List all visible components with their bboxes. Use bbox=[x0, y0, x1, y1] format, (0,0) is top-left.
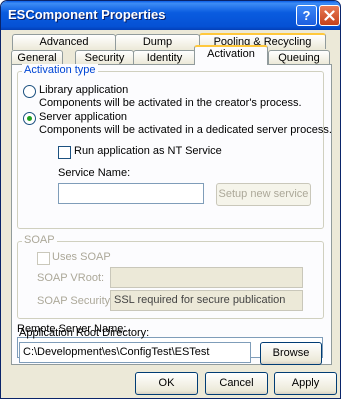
tab-label: Dump bbox=[142, 36, 173, 48]
tab-label: Advanced bbox=[39, 36, 89, 48]
tab-dump[interactable]: Dump bbox=[115, 34, 200, 50]
tab-label: Security bbox=[84, 52, 125, 64]
nt-service-checkbox[interactable] bbox=[58, 146, 71, 159]
library-application-label[interactable]: Library application bbox=[39, 84, 128, 96]
browse-button[interactable]: Browse bbox=[260, 342, 322, 365]
activation-panel: Activation type Library application Comp… bbox=[11, 64, 332, 365]
activation-type-title: Activation type bbox=[22, 64, 98, 76]
title-bar[interactable]: ESComponent Properties ? bbox=[1, 1, 340, 30]
close-button[interactable] bbox=[319, 5, 340, 26]
server-application-description: Components will be activated in a dedica… bbox=[39, 124, 332, 136]
service-name-label: Service Name: bbox=[58, 167, 131, 179]
server-application-label[interactable]: Server application bbox=[39, 111, 127, 123]
properties-dialog: ESComponent Properties ? Advanced Dump P… bbox=[0, 0, 341, 399]
tab-queuing[interactable]: Queuing bbox=[268, 50, 330, 64]
soap-security-input[interactable]: SSL required for secure publication bbox=[110, 290, 303, 311]
library-application-radio[interactable] bbox=[23, 85, 36, 98]
tab-activation[interactable]: Activation bbox=[194, 45, 268, 65]
server-application-radio[interactable] bbox=[23, 112, 36, 125]
uses-soap-label[interactable]: Uses SOAP bbox=[52, 251, 111, 263]
tab-advanced[interactable]: Advanced bbox=[12, 34, 116, 50]
application-root-input[interactable]: C:\Development\es\ConfigTest\ESTest bbox=[19, 342, 251, 363]
tab-label: Activation bbox=[207, 48, 255, 60]
apply-button[interactable]: Apply bbox=[274, 372, 337, 395]
tab-label: Queuing bbox=[278, 52, 320, 64]
ok-button[interactable]: OK bbox=[135, 372, 198, 395]
soap-security-label: SOAP Security: bbox=[37, 295, 114, 307]
soap-vroot-input[interactable] bbox=[110, 267, 303, 288]
nt-service-label[interactable]: Run application as NT Service bbox=[74, 145, 222, 157]
cancel-button[interactable]: Cancel bbox=[205, 372, 268, 395]
tab-general[interactable]: General bbox=[11, 50, 63, 64]
setup-new-service-button[interactable]: Setup new service bbox=[216, 183, 311, 206]
help-button[interactable]: ? bbox=[296, 5, 317, 26]
dialog-body: Advanced Dump Pooling & Recycling Genera… bbox=[4, 30, 339, 397]
close-icon bbox=[324, 10, 335, 21]
service-name-input[interactable] bbox=[58, 183, 204, 204]
help-icon: ? bbox=[302, 8, 311, 23]
tab-label: Identity bbox=[146, 52, 183, 64]
radio-selected-dot bbox=[27, 116, 32, 121]
tab-identity[interactable]: Identity bbox=[133, 50, 196, 64]
soap-group-title: SOAP bbox=[22, 234, 57, 246]
application-root-label: Application Root Directory: bbox=[19, 327, 150, 339]
window-title: ESComponent Properties bbox=[8, 7, 166, 22]
soap-vroot-label: SOAP VRoot: bbox=[37, 272, 105, 284]
tab-label: General bbox=[17, 52, 57, 64]
uses-soap-checkbox[interactable] bbox=[37, 252, 50, 265]
library-application-description: Components will be activated in the crea… bbox=[39, 97, 302, 109]
tab-security[interactable]: Security bbox=[75, 50, 134, 64]
